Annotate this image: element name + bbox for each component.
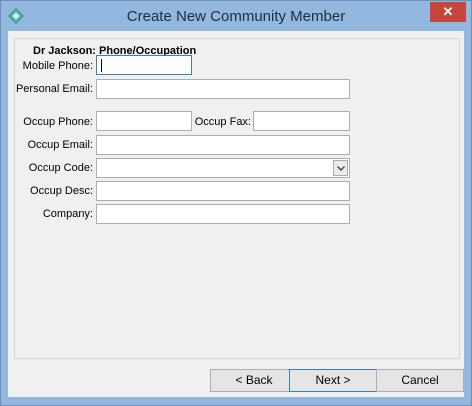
close-button[interactable]: ✕ [430, 2, 466, 22]
mobile-phone-label: Mobile Phone: [22, 60, 93, 72]
mobile-phone-input[interactable] [96, 55, 192, 75]
occup-code-label: Occup Code: [28, 162, 93, 174]
occup-phone-label: Occup Phone: [23, 116, 93, 128]
occup-phone-input[interactable] [96, 111, 192, 131]
dialog-window: Create New Community Member ✕ Dr Jackson… [0, 0, 472, 406]
occup-desc-input[interactable] [96, 181, 350, 201]
cancel-button[interactable]: Cancel [376, 369, 464, 392]
company-label: Company: [42, 208, 93, 220]
back-button[interactable]: < Back [210, 369, 298, 392]
occup-code-select[interactable] [96, 158, 350, 178]
occup-fax-label: Occup Fax: [194, 116, 251, 128]
dropdown-button[interactable] [333, 160, 348, 176]
personal-email-label: Personal Email: [15, 83, 93, 95]
company-input[interactable] [96, 204, 350, 224]
title-bar[interactable]: Create New Community Member ✕ [1, 1, 471, 31]
occup-desc-label: Occup Desc: [30, 185, 93, 197]
chevron-down-icon [337, 166, 345, 171]
dialog-body: Dr Jackson: Phone/Occupation Mobile Phon… [8, 31, 464, 397]
next-button[interactable]: Next > [289, 369, 377, 392]
occup-fax-input[interactable] [253, 111, 350, 131]
window-title: Create New Community Member [126, 8, 346, 25]
occup-email-label: Occup Email: [27, 139, 93, 151]
text-caret [101, 59, 102, 72]
occup-email-input[interactable] [96, 135, 350, 155]
personal-email-input[interactable] [96, 79, 350, 99]
